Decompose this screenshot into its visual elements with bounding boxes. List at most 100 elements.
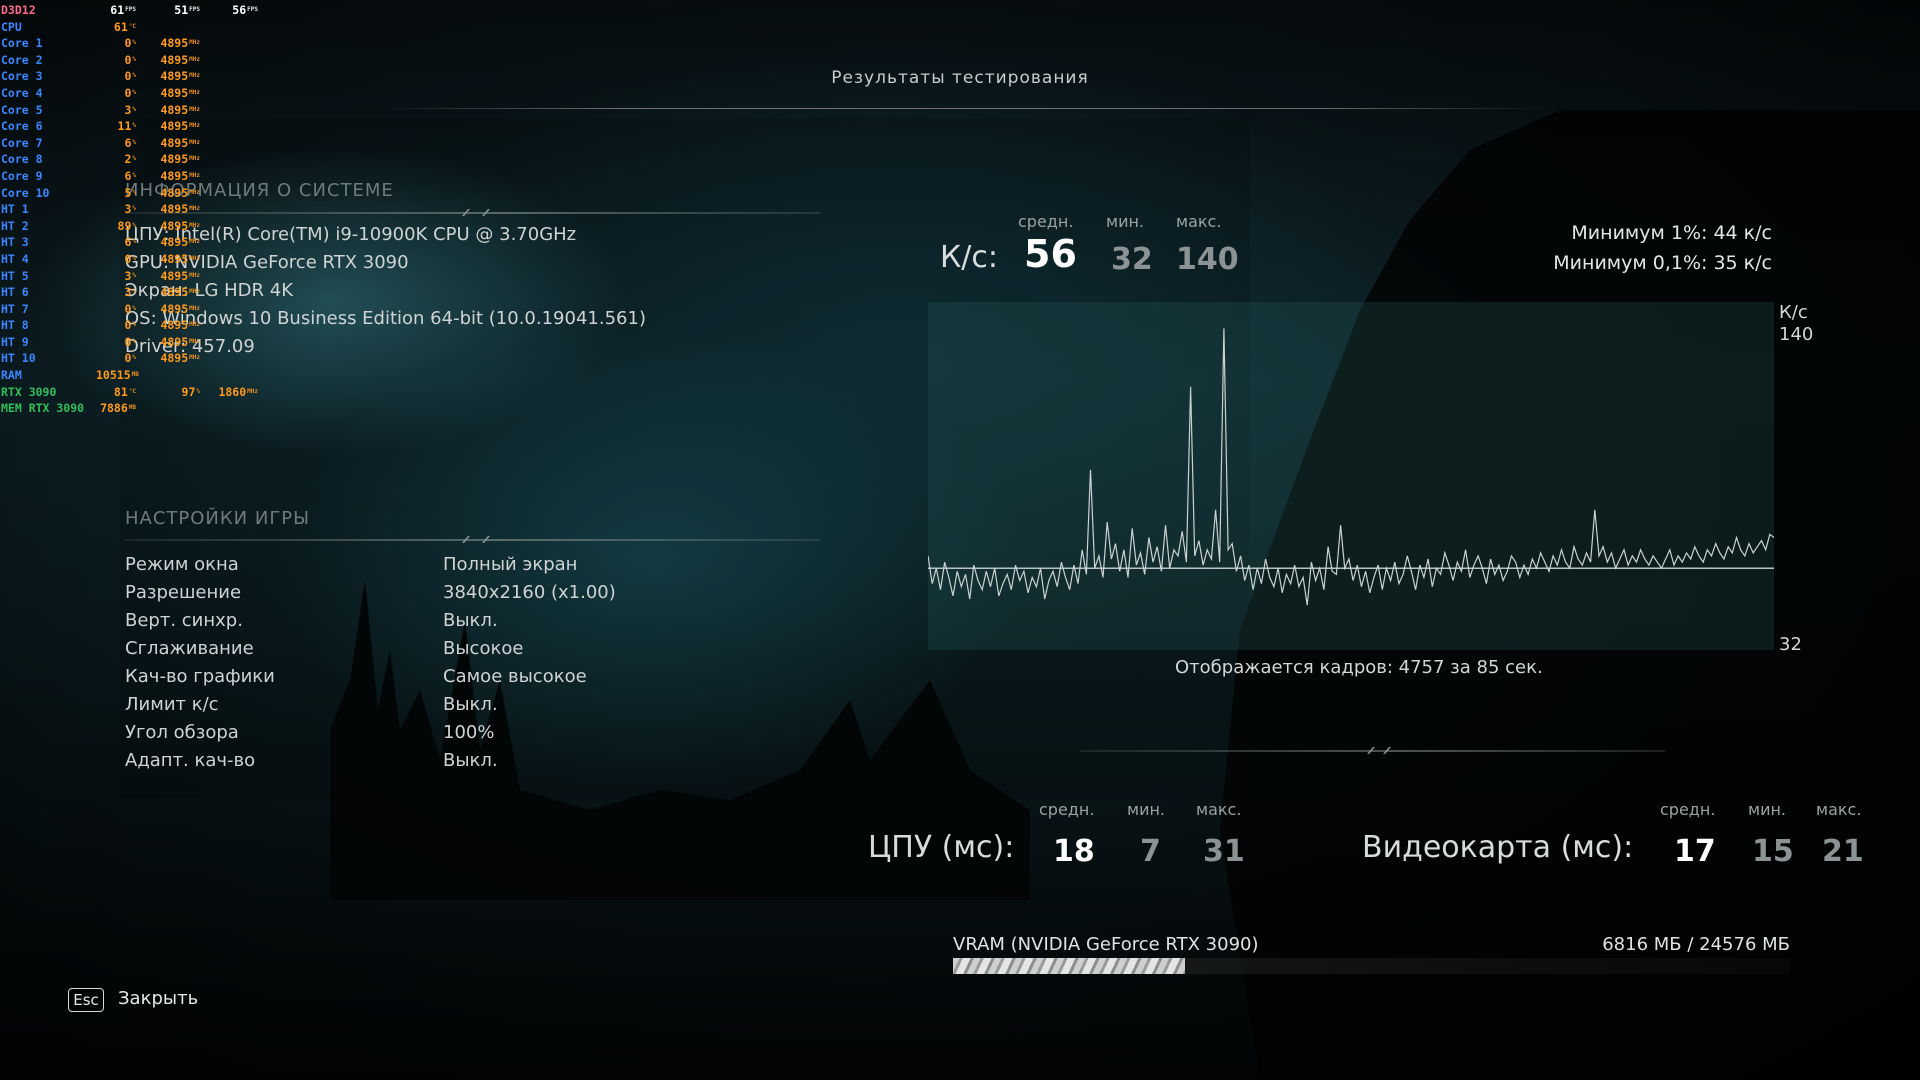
osd-value-2: 4895MHz xyxy=(160,351,200,366)
osd-value-2: 4895MHz xyxy=(160,285,200,300)
osd-value-2: 4895MHz xyxy=(160,135,200,150)
vram-value: 6816 МБ / 24576 МБ xyxy=(1602,934,1790,955)
close-label[interactable]: Закрыть xyxy=(118,988,198,1009)
setting-value: Высокое xyxy=(443,638,524,659)
fps-max-value: 140 xyxy=(1176,242,1239,277)
osd-value-3: 1860MHz xyxy=(218,384,258,399)
system-info-line: Экран: LG HDR 4K xyxy=(125,280,294,301)
setting-name: Лимит к/с xyxy=(125,694,219,715)
setting-name: Кач-во графики xyxy=(125,666,275,687)
osd-value-2: 51FPS xyxy=(174,3,200,17)
osd-value-1: 10515MB xyxy=(96,368,139,383)
osd-label: HT 1 xyxy=(1,202,29,217)
osd-value-2: 4895MHz xyxy=(160,301,200,316)
setting-name: Режим окна xyxy=(125,554,239,575)
fps-avg-value: 56 xyxy=(1024,232,1077,276)
osd-label: Core 5 xyxy=(1,102,43,117)
chart-y-min: 32 xyxy=(1779,634,1802,655)
osd-value-2: 4895MHz xyxy=(160,318,200,333)
osd-label: HT 6 xyxy=(1,285,29,300)
setting-row: Верт. синхр. Выкл. xyxy=(125,610,825,636)
cpu-min-header: мин. xyxy=(1127,800,1166,819)
osd-value-1: 0% xyxy=(124,334,136,349)
title-divider xyxy=(380,108,1550,109)
gpu-max-header: макс. xyxy=(1816,800,1862,819)
game-settings-heading: НАСТРОЙКИ ИГРЫ xyxy=(125,508,311,529)
fps-low-01-percent: Минимум 0,1%: 35 к/с xyxy=(1553,252,1772,274)
setting-row: Адапт. кач-во Выкл. xyxy=(125,750,825,776)
setting-row: Разрешение 3840x2160 (x1.00) xyxy=(125,582,825,608)
osd-value-2: 4895MHz xyxy=(160,152,200,167)
cpu-avg-header: средн. xyxy=(1039,800,1095,819)
osd-value-1: 5% xyxy=(124,185,136,200)
osd-value-2: 97% xyxy=(181,384,200,399)
osd-label: Core 10 xyxy=(1,185,50,200)
osd-label: Core 7 xyxy=(1,135,43,150)
osd-value-1: 0% xyxy=(124,85,136,100)
page-title: Результаты тестирования xyxy=(831,68,1089,88)
osd-value-1: 3% xyxy=(124,202,136,217)
osd-label: HT 9 xyxy=(1,334,29,349)
setting-name: Адапт. кач-во xyxy=(125,750,256,771)
system-info-line: OS: Windows 10 Business Edition 64-bit (… xyxy=(125,308,646,329)
osd-value-2: 4895MHz xyxy=(160,202,200,217)
osd-value-1: 0% xyxy=(124,318,136,333)
setting-row: Угол обзора 100% xyxy=(125,722,825,748)
vram-label: VRAM (NVIDIA GeForce RTX 3090) xyxy=(953,934,1259,955)
game-settings-divider xyxy=(125,536,820,543)
gpu-avg-value: 17 xyxy=(1674,834,1716,869)
osd-value-2: 4895MHz xyxy=(160,119,200,134)
osd-value-1: 0% xyxy=(124,52,136,67)
osd-value-1: 6% xyxy=(124,168,136,183)
cpu-max-header: макс. xyxy=(1196,800,1242,819)
osd-value-3: 56FPS xyxy=(232,3,258,17)
osd-label: Core 3 xyxy=(1,69,43,84)
osd-value-1: 0% xyxy=(124,301,136,316)
gpu-avg-header: средн. xyxy=(1660,800,1716,819)
osd-label: HT 3 xyxy=(1,235,29,250)
esc-key-icon[interactable]: Esc xyxy=(68,988,104,1012)
osd-value-2: 4895MHz xyxy=(160,218,200,233)
frames-rendered-text: Отображается кадров: 4757 за 85 сек. xyxy=(1175,657,1543,678)
setting-name: Разрешение xyxy=(125,582,242,603)
osd-label: MEM RTX 3090 xyxy=(1,401,85,416)
osd-label: D3D12 xyxy=(1,3,36,17)
cpu-avg-value: 18 xyxy=(1053,834,1095,869)
osd-value-1: 6% xyxy=(124,235,136,250)
fps-chart-panel xyxy=(927,302,1775,650)
cpu-max-value: 31 xyxy=(1203,834,1245,869)
cpu-min-value: 7 xyxy=(1140,834,1161,869)
osd-value-1: 61FPS xyxy=(110,3,136,17)
gpu-max-value: 21 xyxy=(1822,834,1864,869)
osd-value-1: 89% xyxy=(117,218,136,233)
osd-value-1: 2% xyxy=(124,152,136,167)
setting-value: Самое высокое xyxy=(443,666,587,687)
osd-label: HT 4 xyxy=(1,251,29,266)
osd-value-2: 4895MHz xyxy=(160,168,200,183)
osd-value-2: 4895MHz xyxy=(160,85,200,100)
setting-value: Выкл. xyxy=(443,750,498,771)
setting-name: Сглаживание xyxy=(125,638,254,659)
osd-value-2: 4895MHz xyxy=(160,52,200,67)
vram-usage-fill xyxy=(953,958,1186,974)
vram-usage-bar xyxy=(953,958,1790,974)
osd-value-1: 3% xyxy=(124,285,136,300)
chart-y-unit: К/с xyxy=(1779,302,1808,323)
osd-label: Core 1 xyxy=(1,36,43,51)
osd-value-1: 0% xyxy=(124,36,136,51)
fps-min-value: 32 xyxy=(1111,242,1153,277)
fps-low-1-percent: Минимум 1%: 44 к/с xyxy=(1571,222,1772,244)
osd-value-1: 11% xyxy=(117,119,136,134)
osd-label: RTX 3090 xyxy=(1,384,57,399)
system-info-divider xyxy=(125,209,820,216)
setting-value: 100% xyxy=(443,722,495,743)
osd-label: Core 9 xyxy=(1,168,43,183)
osd-label: RAM xyxy=(1,368,22,383)
osd-label: HT 7 xyxy=(1,301,29,316)
osd-value-1: 0% xyxy=(124,69,136,84)
gpu-min-header: мин. xyxy=(1748,800,1787,819)
osd-value-1: 61°C xyxy=(113,19,136,34)
osd-value-2: 4895MHz xyxy=(160,235,200,250)
setting-value: Выкл. xyxy=(443,610,498,631)
osd-value-1: 6% xyxy=(124,135,136,150)
